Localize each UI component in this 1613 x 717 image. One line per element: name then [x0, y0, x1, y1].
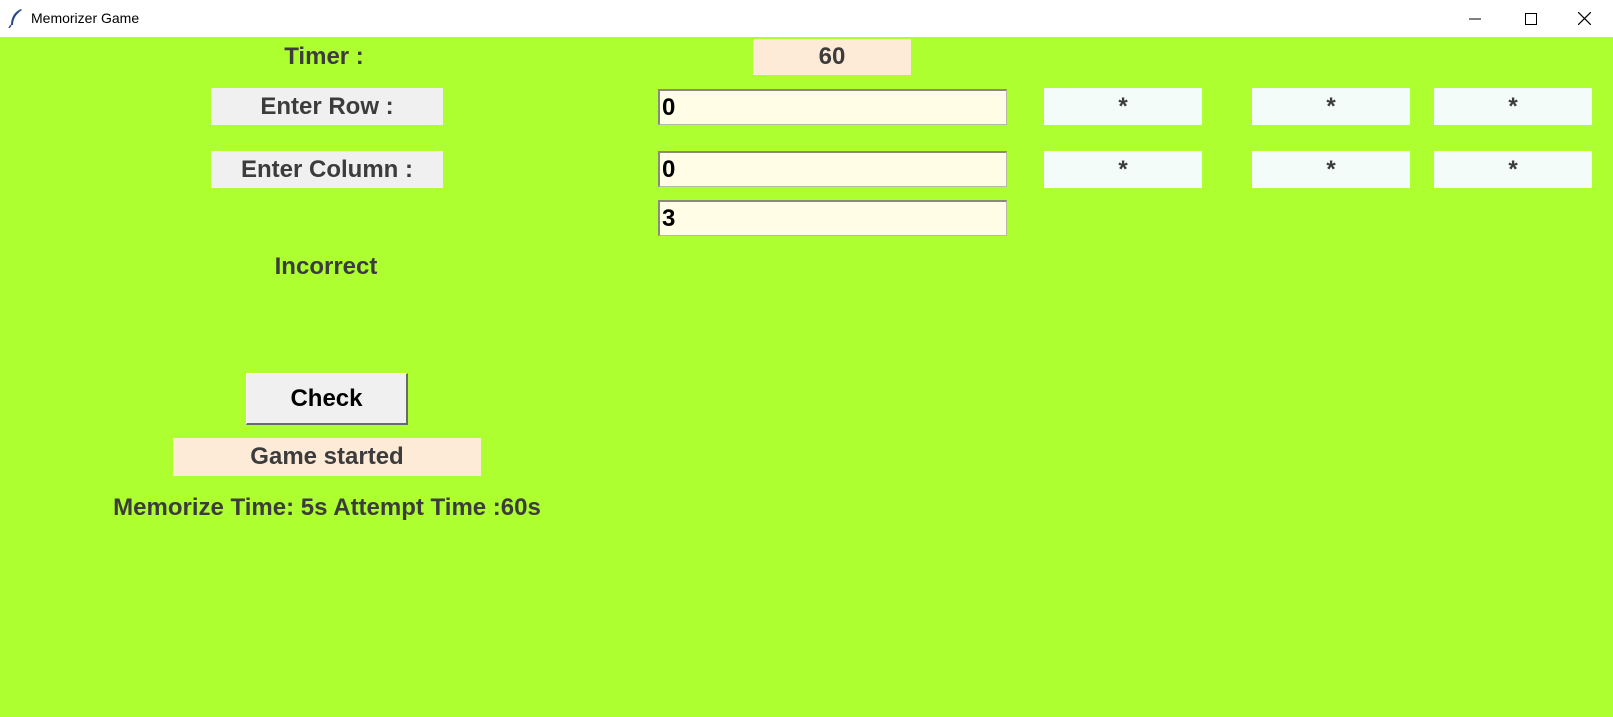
enter-row-label: Enter Row :	[211, 88, 443, 125]
grid-cell-1-2[interactable]: *	[1434, 151, 1592, 188]
window-title: Memorizer Game	[31, 10, 140, 26]
timer-value: 60	[753, 39, 911, 75]
feather-icon	[8, 8, 24, 29]
minimize-button[interactable]	[1446, 0, 1504, 37]
close-icon	[1577, 12, 1591, 25]
grid-cell-0-0[interactable]: *	[1044, 88, 1202, 125]
time-info-text: Memorize Time: 5s Attempt Time :60s	[113, 494, 541, 521]
close-button[interactable]	[1555, 0, 1613, 37]
maximize-button[interactable]	[1502, 0, 1560, 37]
maximize-icon	[1525, 12, 1537, 25]
minimize-icon	[1469, 13, 1481, 25]
title-bar: Memorizer Game	[0, 0, 1613, 37]
grid-cell-1-0[interactable]: *	[1044, 151, 1202, 188]
row-input[interactable]	[658, 89, 1007, 125]
grid-cell-0-2[interactable]: *	[1434, 88, 1592, 125]
enter-column-label: Enter Column :	[211, 151, 443, 188]
column-input[interactable]	[658, 151, 1007, 187]
grid-cell-1-1[interactable]: *	[1252, 151, 1410, 188]
result-text: Incorrect	[274, 253, 378, 280]
timer-label: Timer :	[284, 43, 364, 70]
check-button[interactable]: Check	[246, 373, 408, 425]
grid-cell-0-1[interactable]: *	[1252, 88, 1410, 125]
status-label: Game started	[173, 438, 481, 476]
answer-input[interactable]	[658, 200, 1007, 236]
